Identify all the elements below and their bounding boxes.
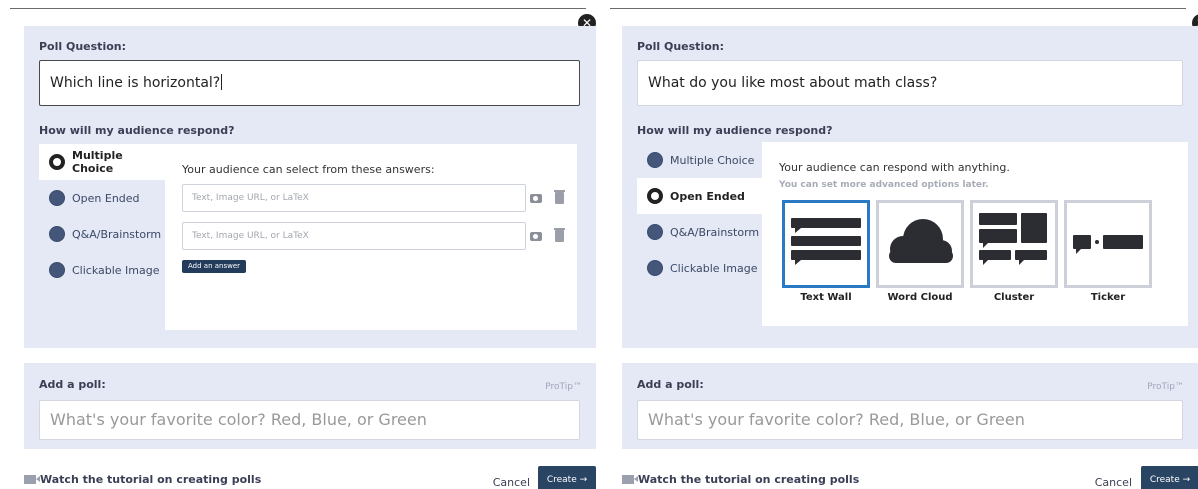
tutorial-label: Watch the tutorial on creating polls: [638, 473, 860, 486]
multiple-choice-content: Your audience can select from these answ…: [165, 144, 577, 330]
answer-input-2[interactable]: Text, Image URL, or LaTeX: [182, 222, 526, 250]
tab-qa-brainstorm[interactable]: Q&A/Brainstorm: [39, 216, 167, 252]
tab-label: Q&A/Brainstorm: [72, 227, 162, 241]
radio-icon: [49, 190, 65, 206]
ticker-icon: [1073, 235, 1143, 254]
tab-qa-brainstorm[interactable]: Q&A/Brainstorm: [637, 214, 765, 250]
tab-clickable-image[interactable]: Clickable Image: [39, 252, 167, 288]
tab-label: Clickable Image: [670, 261, 758, 275]
cancel-button[interactable]: Cancel: [493, 476, 530, 489]
poll-question-label: Poll Question:: [39, 40, 126, 53]
open-ended-poll-panel: ✕ Poll Question: What do you like most a…: [600, 0, 1198, 489]
tab-label: Multiple Choice: [670, 153, 755, 167]
radio-icon: [647, 224, 663, 240]
cancel-button[interactable]: Cancel: [1095, 476, 1132, 489]
poll-question-input[interactable]: Which line is horizontal?: [39, 60, 580, 106]
add-poll-input[interactable]: What's your favorite color? Red, Blue, o…: [39, 400, 580, 440]
radio-icon: [49, 226, 65, 242]
trash-icon[interactable]: [554, 190, 565, 204]
camera-icon[interactable]: [530, 193, 542, 203]
top-divider: [10, 8, 586, 9]
open-ended-content: Your audience can respond with anything.…: [762, 142, 1188, 326]
add-poll-section: Add a poll: ProTip™ What's your favorite…: [622, 363, 1198, 449]
camera-icon[interactable]: [530, 231, 542, 241]
visualization-options: Text Wall Word Cloud Cluster Ticker: [782, 200, 1152, 303]
tab-label: Multiple Choice: [72, 149, 123, 175]
radio-icon: [647, 152, 663, 168]
add-poll-label: Add a poll:: [637, 378, 704, 391]
question-section: Poll Question: Which line is horizontal?…: [24, 26, 596, 348]
response-type-tabs: Multiple Choice Open Ended Q&A/Brainstor…: [637, 142, 765, 286]
tutorial-link[interactable]: Watch the tutorial on creating polls: [622, 473, 859, 486]
protip-link[interactable]: ProTip™: [1147, 382, 1184, 392]
poll-question-label: Poll Question:: [637, 40, 724, 53]
viz-text-wall[interactable]: Text Wall: [782, 200, 870, 303]
respond-label: How will my audience respond?: [637, 124, 833, 137]
radio-icon: [49, 262, 65, 278]
footer: Watch the tutorial on creating polls Can…: [622, 462, 1198, 489]
tab-open-ended[interactable]: Open Ended: [637, 178, 765, 214]
viz-ticker[interactable]: Ticker: [1064, 200, 1152, 303]
content-subtitle: You can set more advanced options later.: [779, 180, 989, 190]
tab-clickable-image[interactable]: Clickable Image: [637, 250, 765, 286]
viz-label: Text Wall: [800, 292, 852, 303]
answer-input-1[interactable]: Text, Image URL, or LaTeX: [182, 184, 526, 212]
viz-label: Cluster: [993, 292, 1035, 303]
add-answer-button[interactable]: Add an answer: [182, 260, 247, 273]
tab-label: Open Ended: [670, 189, 745, 203]
add-poll-label: Add a poll:: [39, 378, 106, 391]
footer: Watch the tutorial on creating polls Can…: [24, 462, 596, 489]
tab-multiple-choice[interactable]: Multiple Choice: [39, 144, 167, 180]
protip-link[interactable]: ProTip™: [545, 382, 582, 392]
top-divider: [610, 8, 1186, 9]
tutorial-link[interactable]: Watch the tutorial on creating polls: [24, 473, 261, 486]
create-button[interactable]: Create →: [1141, 466, 1198, 489]
tab-open-ended[interactable]: Open Ended: [39, 180, 167, 216]
response-type-tabs: Multiple Choice Open Ended Q&A/Brainstor…: [39, 144, 167, 288]
answer-1-actions: [530, 184, 565, 212]
viz-word-cloud[interactable]: Word Cloud: [876, 200, 964, 303]
radio-selected-icon: [49, 154, 65, 170]
text-wall-icon: [791, 218, 861, 265]
tab-label: Open Ended: [72, 191, 140, 205]
tutorial-label: Watch the tutorial on creating polls: [40, 473, 262, 486]
multiple-choice-poll-panel: ✕ Poll Question: Which line is horizonta…: [0, 0, 596, 489]
add-poll-section: Add a poll: ProTip™ What's your favorite…: [24, 363, 596, 449]
viz-label: Word Cloud: [887, 292, 953, 303]
respond-label: How will my audience respond?: [39, 124, 235, 137]
tab-label: Clickable Image: [72, 263, 160, 277]
add-poll-input[interactable]: What's your favorite color? Red, Blue, o…: [637, 400, 1183, 440]
tab-label: Q&A/Brainstorm: [670, 225, 760, 239]
video-camera-icon: [24, 475, 40, 484]
radio-selected-icon: [647, 188, 663, 204]
content-title: Your audience can respond with anything.: [779, 161, 1010, 174]
viz-cluster[interactable]: Cluster: [970, 200, 1058, 303]
cloud-icon: [889, 219, 953, 263]
trash-icon[interactable]: [554, 228, 565, 242]
cluster-icon: [979, 213, 1047, 265]
radio-icon: [647, 260, 663, 276]
question-section: Poll Question: What do you like most abo…: [622, 26, 1198, 348]
poll-question-input[interactable]: What do you like most about math class?: [637, 60, 1183, 106]
create-button[interactable]: Create →: [538, 466, 596, 489]
tab-multiple-choice[interactable]: Multiple Choice: [637, 142, 765, 178]
answer-2-actions: [530, 222, 565, 250]
video-camera-icon: [622, 475, 638, 484]
viz-label: Ticker: [1090, 292, 1126, 303]
text-cursor: [221, 74, 223, 90]
content-title: Your audience can select from these answ…: [182, 163, 435, 176]
